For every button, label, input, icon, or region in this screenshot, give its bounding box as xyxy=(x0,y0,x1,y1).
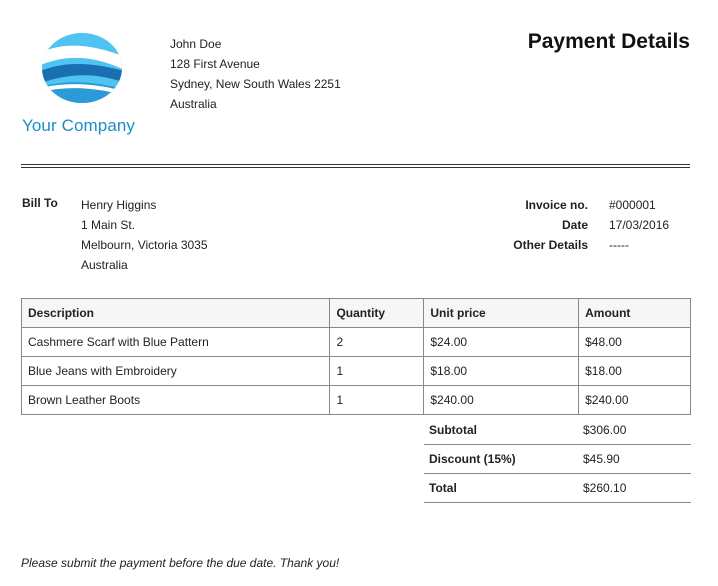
sender-country: Australia xyxy=(170,97,217,111)
meta-row-invoice-no: Invoice no. #000001 xyxy=(500,195,700,215)
table-cell: Blue Jeans with Embroidery xyxy=(20,356,331,386)
column-header: Unit price xyxy=(423,298,580,328)
table-cell: $18.00 xyxy=(578,356,691,386)
sender-city: Sydney, New South Wales 2251 xyxy=(170,77,341,91)
table-cell: Cashmere Scarf with Blue Pattern xyxy=(20,327,331,357)
meta-label: Other Details xyxy=(513,238,588,252)
totals: Subtotal $306.00 Discount (15%) $45.90 T… xyxy=(424,416,691,503)
table-cell: $48.00 xyxy=(578,327,691,357)
meta-value: 17/03/2016 xyxy=(609,218,670,232)
table-row: Brown Leather Boots 1 $240.00 $240.00 xyxy=(20,385,691,415)
footer-note: Please submit the payment before the due… xyxy=(21,556,340,570)
table-cell: Brown Leather Boots xyxy=(20,385,331,415)
meta-value: ----- xyxy=(609,238,629,252)
total-label: Total xyxy=(429,481,457,495)
bill-to-label: Bill To xyxy=(22,196,58,210)
table-header-row: Description Quantity Unit price Amount xyxy=(20,298,691,328)
table-cell: 2 xyxy=(329,327,425,357)
table-cell: $18.00 xyxy=(423,356,580,386)
meta-label: Invoice no. xyxy=(525,198,588,212)
sender-name: John Doe xyxy=(170,37,222,51)
meta-row-date: Date 17/03/2016 xyxy=(500,215,700,235)
page-title: Payment Details xyxy=(527,30,690,53)
bill-to-name: Henry Higgins xyxy=(81,198,157,212)
column-header: Amount xyxy=(578,298,691,328)
meta-row-other-details: Other Details ----- xyxy=(500,235,700,255)
meta-label: Date xyxy=(561,218,588,232)
table-cell: 1 xyxy=(329,356,425,386)
company-name: Your Company xyxy=(22,116,136,135)
meta-value: #000001 xyxy=(609,198,656,212)
column-header: Description xyxy=(20,298,331,328)
table-cell: $24.00 xyxy=(423,327,580,357)
discount-row: Discount (15%) $45.90 xyxy=(424,445,691,474)
total-label: Discount (15%) xyxy=(429,452,516,466)
subtotal-row: Subtotal $306.00 xyxy=(424,416,691,445)
total-value: $306.00 xyxy=(583,423,627,437)
divider xyxy=(21,164,690,165)
grand-total-row: Total $260.10 xyxy=(424,474,691,503)
bill-to-address: Henry Higgins 1 Main St. Melbourn, Victo… xyxy=(81,195,208,275)
total-value: $45.90 xyxy=(583,452,620,466)
bill-to-country: Australia xyxy=(81,258,128,272)
globe-logo-icon xyxy=(42,33,122,103)
table-row: Blue Jeans with Embroidery 1 $18.00 $18.… xyxy=(20,356,691,386)
table-row: Cashmere Scarf with Blue Pattern 2 $24.0… xyxy=(20,327,691,357)
table-cell: $240.00 xyxy=(423,385,580,415)
table-cell: $240.00 xyxy=(578,385,691,415)
invoice-meta: Invoice no. #000001 Date 17/03/2016 Othe… xyxy=(500,195,700,255)
divider xyxy=(21,167,690,168)
sender-address: John Doe 128 First Avenue Sydney, New So… xyxy=(170,34,341,114)
table-cell: 1 xyxy=(329,385,425,415)
sender-street: 128 First Avenue xyxy=(170,57,260,71)
bill-to-street: 1 Main St. xyxy=(81,218,136,232)
column-header: Quantity xyxy=(329,298,425,328)
total-label: Subtotal xyxy=(429,423,477,437)
total-value: $260.10 xyxy=(583,481,627,495)
items-table: Description Quantity Unit price Amount C… xyxy=(20,298,691,415)
bill-to-city: Melbourn, Victoria 3035 xyxy=(81,238,208,252)
